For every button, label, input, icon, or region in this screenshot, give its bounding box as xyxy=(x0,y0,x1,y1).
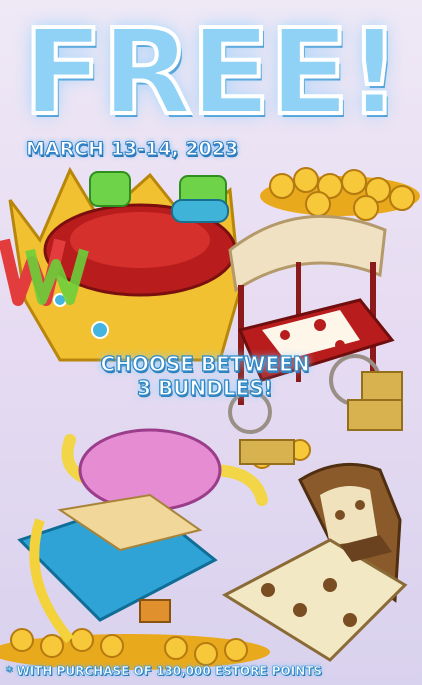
wagon-bed xyxy=(228,214,403,465)
headline-free: FREE! xyxy=(21,1,404,143)
promo-banner: FREE! MARCH 13-14, 2023 CHOOSE BETWEEN 3… xyxy=(0,0,422,685)
crown-bed xyxy=(0,166,242,362)
promo-line-2: 3 BUNDLES! xyxy=(137,375,274,400)
purchase-requirement-note: * WITH PURCHASE OF 130,000 ESTORE POINTS xyxy=(6,664,323,679)
viking-bed xyxy=(17,428,268,644)
promo-line-1: CHOOSE BETWEEN xyxy=(100,351,310,376)
coin-pile-top-right xyxy=(260,167,420,221)
promo-date: MARCH 13-14, 2023 xyxy=(25,138,239,161)
promo-message: CHOOSE BETWEEN 3 BUNDLES! xyxy=(96,351,314,400)
paw-bed xyxy=(221,462,408,662)
